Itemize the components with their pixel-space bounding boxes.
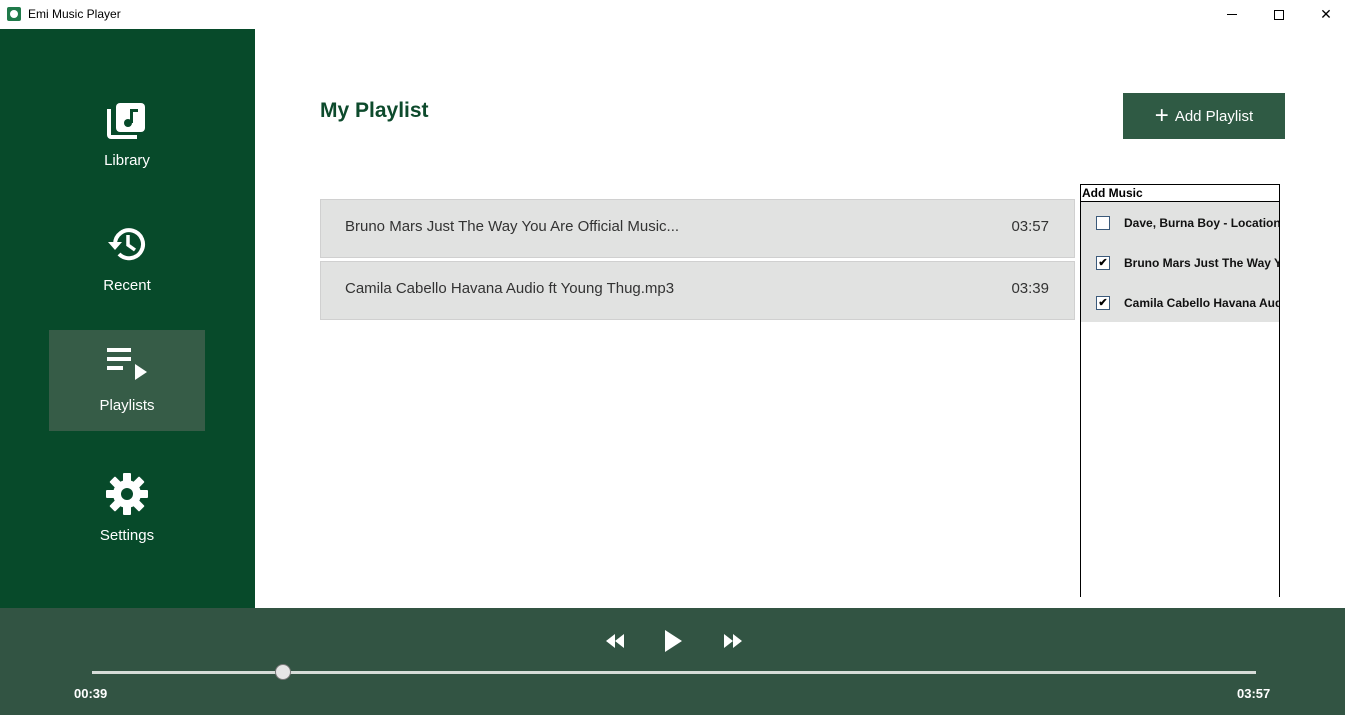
list-item[interactable]: Camila Cabello Havana Audio ft Young Thu…: [320, 261, 1075, 320]
title-bar: Emi Music Player ✕: [0, 0, 1345, 29]
sidebar-item-settings[interactable]: Settings: [49, 460, 205, 561]
add-music-header: Add Music: [1081, 185, 1279, 202]
checkbox[interactable]: ✔: [1096, 256, 1110, 270]
sidebar: Library Recent Playlists Settings: [0, 29, 255, 608]
add-music-item-label: Dave, Burna Boy - Location(: [1124, 216, 1280, 230]
sidebar-item-label: Playlists: [99, 397, 155, 414]
library-music-icon: [107, 103, 145, 139]
list-item[interactable]: Bruno Mars Just The Way You Are Official…: [320, 199, 1075, 258]
progress-thumb[interactable]: [274, 664, 291, 680]
app-logo-icon: [7, 7, 21, 21]
sidebar-item-library[interactable]: Library: [49, 85, 205, 186]
sidebar-item-recent[interactable]: Recent: [49, 210, 205, 311]
add-music-item[interactable]: ✔ Camila Cabello Havana Aud: [1081, 282, 1279, 322]
add-music-list: Dave, Burna Boy - Location( ✔ Bruno Mars…: [1081, 202, 1279, 322]
gear-icon: [106, 473, 148, 515]
add-music-panel: Add Music Dave, Burna Boy - Location( ✔ …: [1080, 184, 1280, 597]
playlist-list: Bruno Mars Just The Way You Are Official…: [320, 199, 1075, 323]
fast-forward-icon: [724, 634, 742, 648]
add-music-item[interactable]: ✔ Bruno Mars Just The Way Y: [1081, 242, 1279, 282]
minimize-button[interactable]: [1209, 0, 1255, 29]
play-icon: [665, 630, 682, 652]
track-duration: 03:57: [1011, 218, 1049, 235]
close-icon: ✕: [1320, 6, 1332, 22]
playlist-play-icon: [107, 348, 147, 380]
checkbox[interactable]: ✔: [1096, 296, 1110, 310]
track-title: Camila Cabello Havana Audio ft Young Thu…: [345, 280, 675, 297]
close-button[interactable]: ✕: [1303, 0, 1345, 29]
add-music-item-label: Bruno Mars Just The Way Y: [1124, 256, 1280, 270]
plus-icon: +: [1154, 102, 1169, 129]
history-icon: [108, 228, 145, 261]
add-playlist-button[interactable]: + Add Playlist: [1123, 93, 1285, 139]
checkbox[interactable]: [1096, 216, 1110, 230]
add-playlist-label: Add Playlist: [1174, 107, 1254, 125]
track-duration: 03:39: [1011, 280, 1049, 297]
player-bar: 00:39 03:57: [0, 608, 1345, 715]
play-button[interactable]: [660, 627, 686, 655]
sidebar-item-label: Recent: [103, 277, 151, 294]
rewind-icon: [606, 634, 624, 648]
progress-track[interactable]: [92, 671, 1256, 674]
add-music-item[interactable]: Dave, Burna Boy - Location(: [1081, 202, 1279, 242]
fast-forward-button[interactable]: [720, 630, 746, 652]
total-time: 03:57: [1237, 686, 1271, 701]
sidebar-item-playlists[interactable]: Playlists: [49, 330, 205, 431]
current-time: 00:39: [74, 686, 108, 701]
track-title: Bruno Mars Just The Way You Are Official…: [345, 218, 680, 235]
sidebar-item-label: Settings: [99, 527, 155, 544]
window-title: Emi Music Player: [28, 7, 121, 21]
sidebar-item-label: Library: [104, 152, 150, 169]
rewind-button[interactable]: [603, 630, 629, 652]
page-title: My Playlist: [320, 99, 429, 122]
maximize-button[interactable]: [1256, 0, 1302, 29]
add-music-item-label: Camila Cabello Havana Aud: [1124, 296, 1280, 310]
